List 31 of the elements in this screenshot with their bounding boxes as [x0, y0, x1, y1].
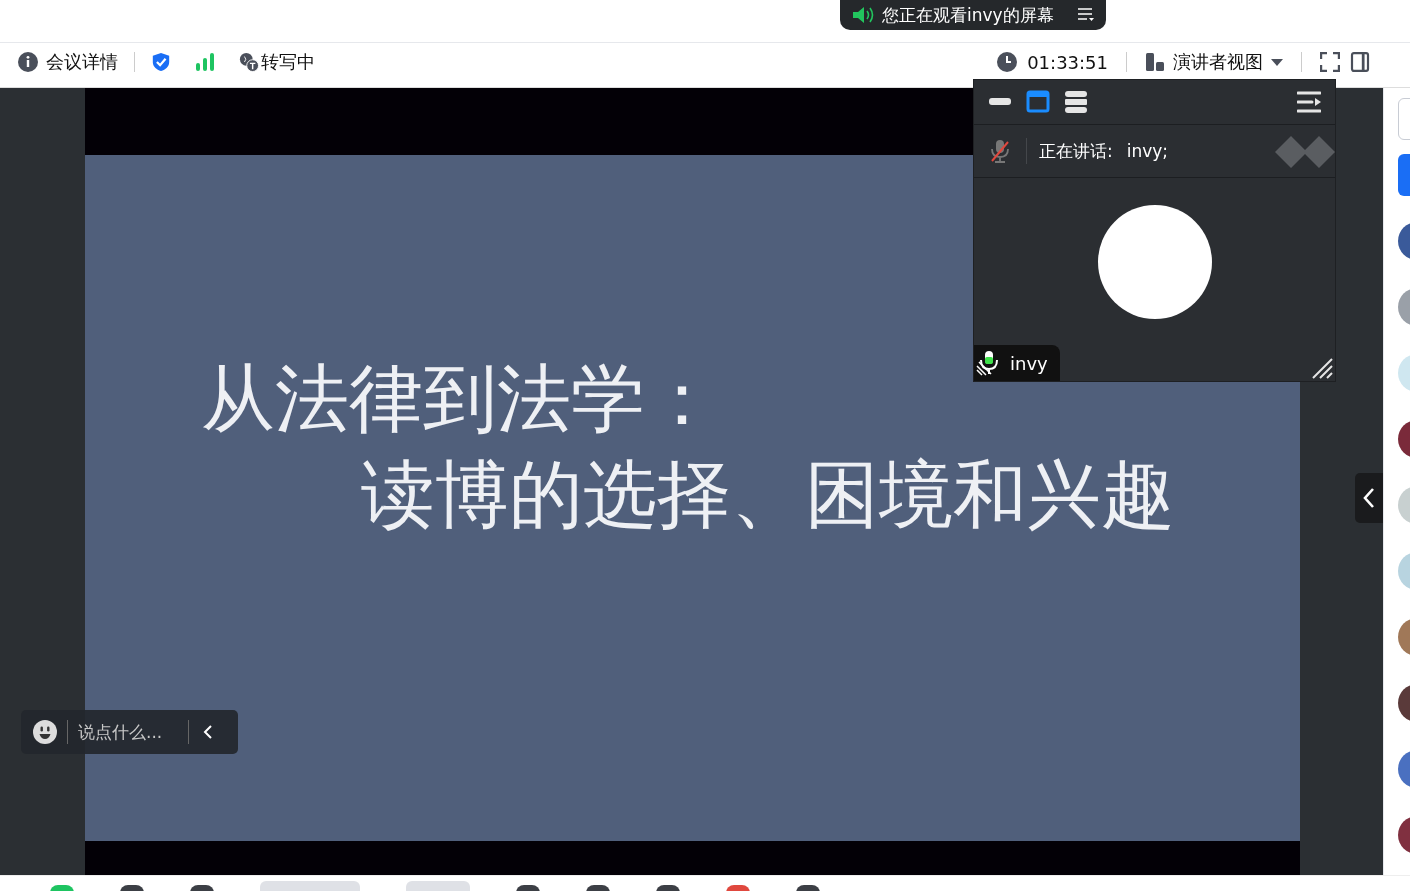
window-icon[interactable]: [1026, 90, 1050, 114]
speaker-name: invy;: [1126, 141, 1169, 161]
fullscreen-icon[interactable]: [1320, 52, 1340, 72]
chevron-left-icon[interactable]: [203, 724, 213, 740]
list-icon[interactable]: [1064, 90, 1088, 114]
layout-icon: [1145, 52, 1165, 72]
screen-share-banner: 您正在观看invy的屏幕: [840, 0, 1106, 30]
caret-icon: [1271, 58, 1283, 66]
speaking-label: 正在讲话:: [1039, 139, 1113, 163]
menu-icon[interactable]: [1078, 8, 1094, 22]
shield-check-icon[interactable]: [151, 52, 171, 72]
clock-icon: [997, 52, 1018, 72]
meeting-timer: 01:33:51: [1027, 51, 1108, 73]
speaker-icon: [852, 6, 874, 24]
resize-handle-icon[interactable]: [1311, 357, 1333, 379]
chevron-left-icon: [1363, 487, 1375, 509]
microphone-icon[interactable]: [990, 139, 1010, 163]
side-panel-icon[interactable]: [1350, 52, 1370, 72]
collapse-button[interactable]: [1355, 473, 1383, 523]
collapse-list-icon[interactable]: [1297, 91, 1321, 113]
logo-icon: [1275, 134, 1335, 168]
view-mode-dropdown[interactable]: 演讲者视图: [1145, 50, 1283, 74]
info-icon[interactable]: [18, 52, 38, 72]
transcription-icon[interactable]: [239, 52, 259, 72]
meeting-info-link[interactable]: 会议详情: [46, 50, 118, 74]
transcription-status[interactable]: 转写中: [261, 50, 315, 74]
emoji-icon[interactable]: [33, 720, 57, 744]
participant-name: invy: [1010, 352, 1048, 374]
slide-title: 从法律到法学：: [201, 354, 719, 443]
slide-subtitle: 读博的选择、困境和兴趣: [361, 450, 1175, 539]
chat-input[interactable]: 说点什么...: [78, 722, 178, 742]
